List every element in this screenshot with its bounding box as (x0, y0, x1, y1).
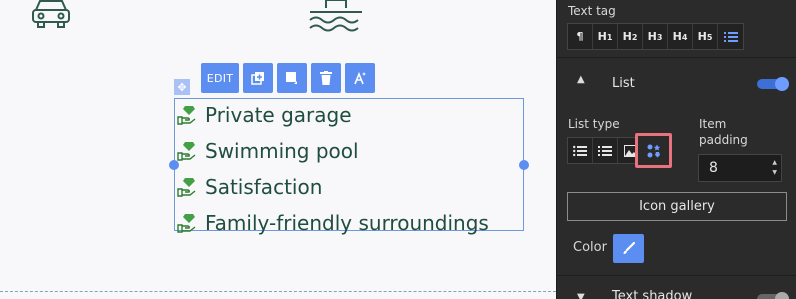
tag-h1-button[interactable]: H1 (593, 24, 618, 49)
edit-button[interactable]: EDIT (201, 63, 239, 93)
duplicate-button[interactable] (243, 63, 273, 93)
icon-gallery-button[interactable]: Icon gallery (567, 192, 787, 221)
list-item-text: Family-friendly surroundings (205, 211, 489, 235)
ai-assist-button[interactable] (345, 63, 375, 93)
panel-divider (557, 57, 796, 58)
list-item-text: Satisfaction (205, 175, 323, 199)
list-item[interactable]: Family-friendly surroundings (176, 205, 489, 241)
list-type-label: List type (568, 117, 620, 131)
gem-hand-icon (176, 104, 198, 126)
properties-panel: Text tag ¶ H1 H2 H3 H4 H5 ▲ List List ty… (556, 0, 796, 299)
list-type-group (567, 137, 644, 164)
tag-h2-button[interactable]: H2 (618, 24, 643, 49)
list-type-bullets-button[interactable] (568, 138, 593, 163)
tag-paragraph-button[interactable]: ¶ (568, 24, 593, 49)
list-item-text: Swimming pool (205, 139, 359, 163)
list-section-heading: List (612, 76, 635, 91)
delete-icon (320, 71, 332, 85)
panel-divider (557, 275, 796, 276)
tag-h3-button[interactable]: H3 (643, 24, 668, 49)
layer-button[interactable] (277, 63, 307, 93)
gem-hand-icon (176, 140, 198, 162)
tag-h4-button[interactable]: H4 (668, 24, 693, 49)
numbered-list-icon (598, 145, 612, 156)
list-toggle[interactable] (757, 77, 789, 91)
item-padding-label: Item padding (699, 117, 748, 147)
resize-handle-right[interactable] (519, 160, 529, 170)
list-icon (723, 31, 738, 42)
ai-assist-icon (354, 71, 366, 85)
brush-icon (623, 242, 635, 254)
chevron-down-icon[interactable]: ▼ (577, 292, 585, 299)
color-picker-button[interactable] (613, 234, 644, 263)
list-item-text: Private garage (205, 103, 352, 127)
item-padding-input[interactable]: 8 ▲ ▼ (698, 154, 782, 182)
move-handle-icon[interactable]: ✥ (174, 79, 190, 95)
text-shadow-toggle[interactable] (757, 292, 789, 299)
car-icon (30, 0, 72, 34)
list-item[interactable]: Swimming pool (176, 133, 489, 169)
item-padding-value: 8 (709, 160, 718, 176)
swimming-pool-icon (306, 0, 366, 36)
layer-icon (286, 72, 297, 84)
list-type-numbered-button[interactable] (593, 138, 618, 163)
text-tag-label: Text tag (568, 4, 616, 18)
stepper-arrows-icon[interactable]: ▲ ▼ (772, 158, 777, 178)
list-item[interactable]: Private garage (176, 97, 489, 133)
color-label: Color (573, 240, 607, 255)
chevron-up-icon[interactable]: ▲ (577, 74, 585, 85)
section-divider (0, 291, 556, 292)
tag-h5-button[interactable]: H5 (693, 24, 718, 49)
gem-hand-icon (176, 176, 198, 198)
gem-hand-icon (176, 212, 198, 234)
element-toolbar: EDIT (201, 63, 375, 93)
text-tag-group: ¶ H1 H2 H3 H4 H5 (567, 23, 744, 50)
text-shadow-heading: Text shadow (612, 289, 693, 299)
duplicate-icon (251, 72, 264, 85)
icon-list-icon (647, 144, 660, 157)
list-item[interactable]: Satisfaction (176, 169, 489, 205)
tag-list-button[interactable] (718, 24, 743, 49)
bullet-list-icon (573, 145, 587, 156)
list-type-icon-button[interactable] (635, 133, 672, 168)
feature-list: Private garage Swimming pool Satisfactio… (176, 97, 489, 241)
editor-canvas[interactable]: EDIT ✥ Private garage Swimming pool Sati… (0, 0, 556, 299)
delete-button[interactable] (311, 63, 341, 93)
